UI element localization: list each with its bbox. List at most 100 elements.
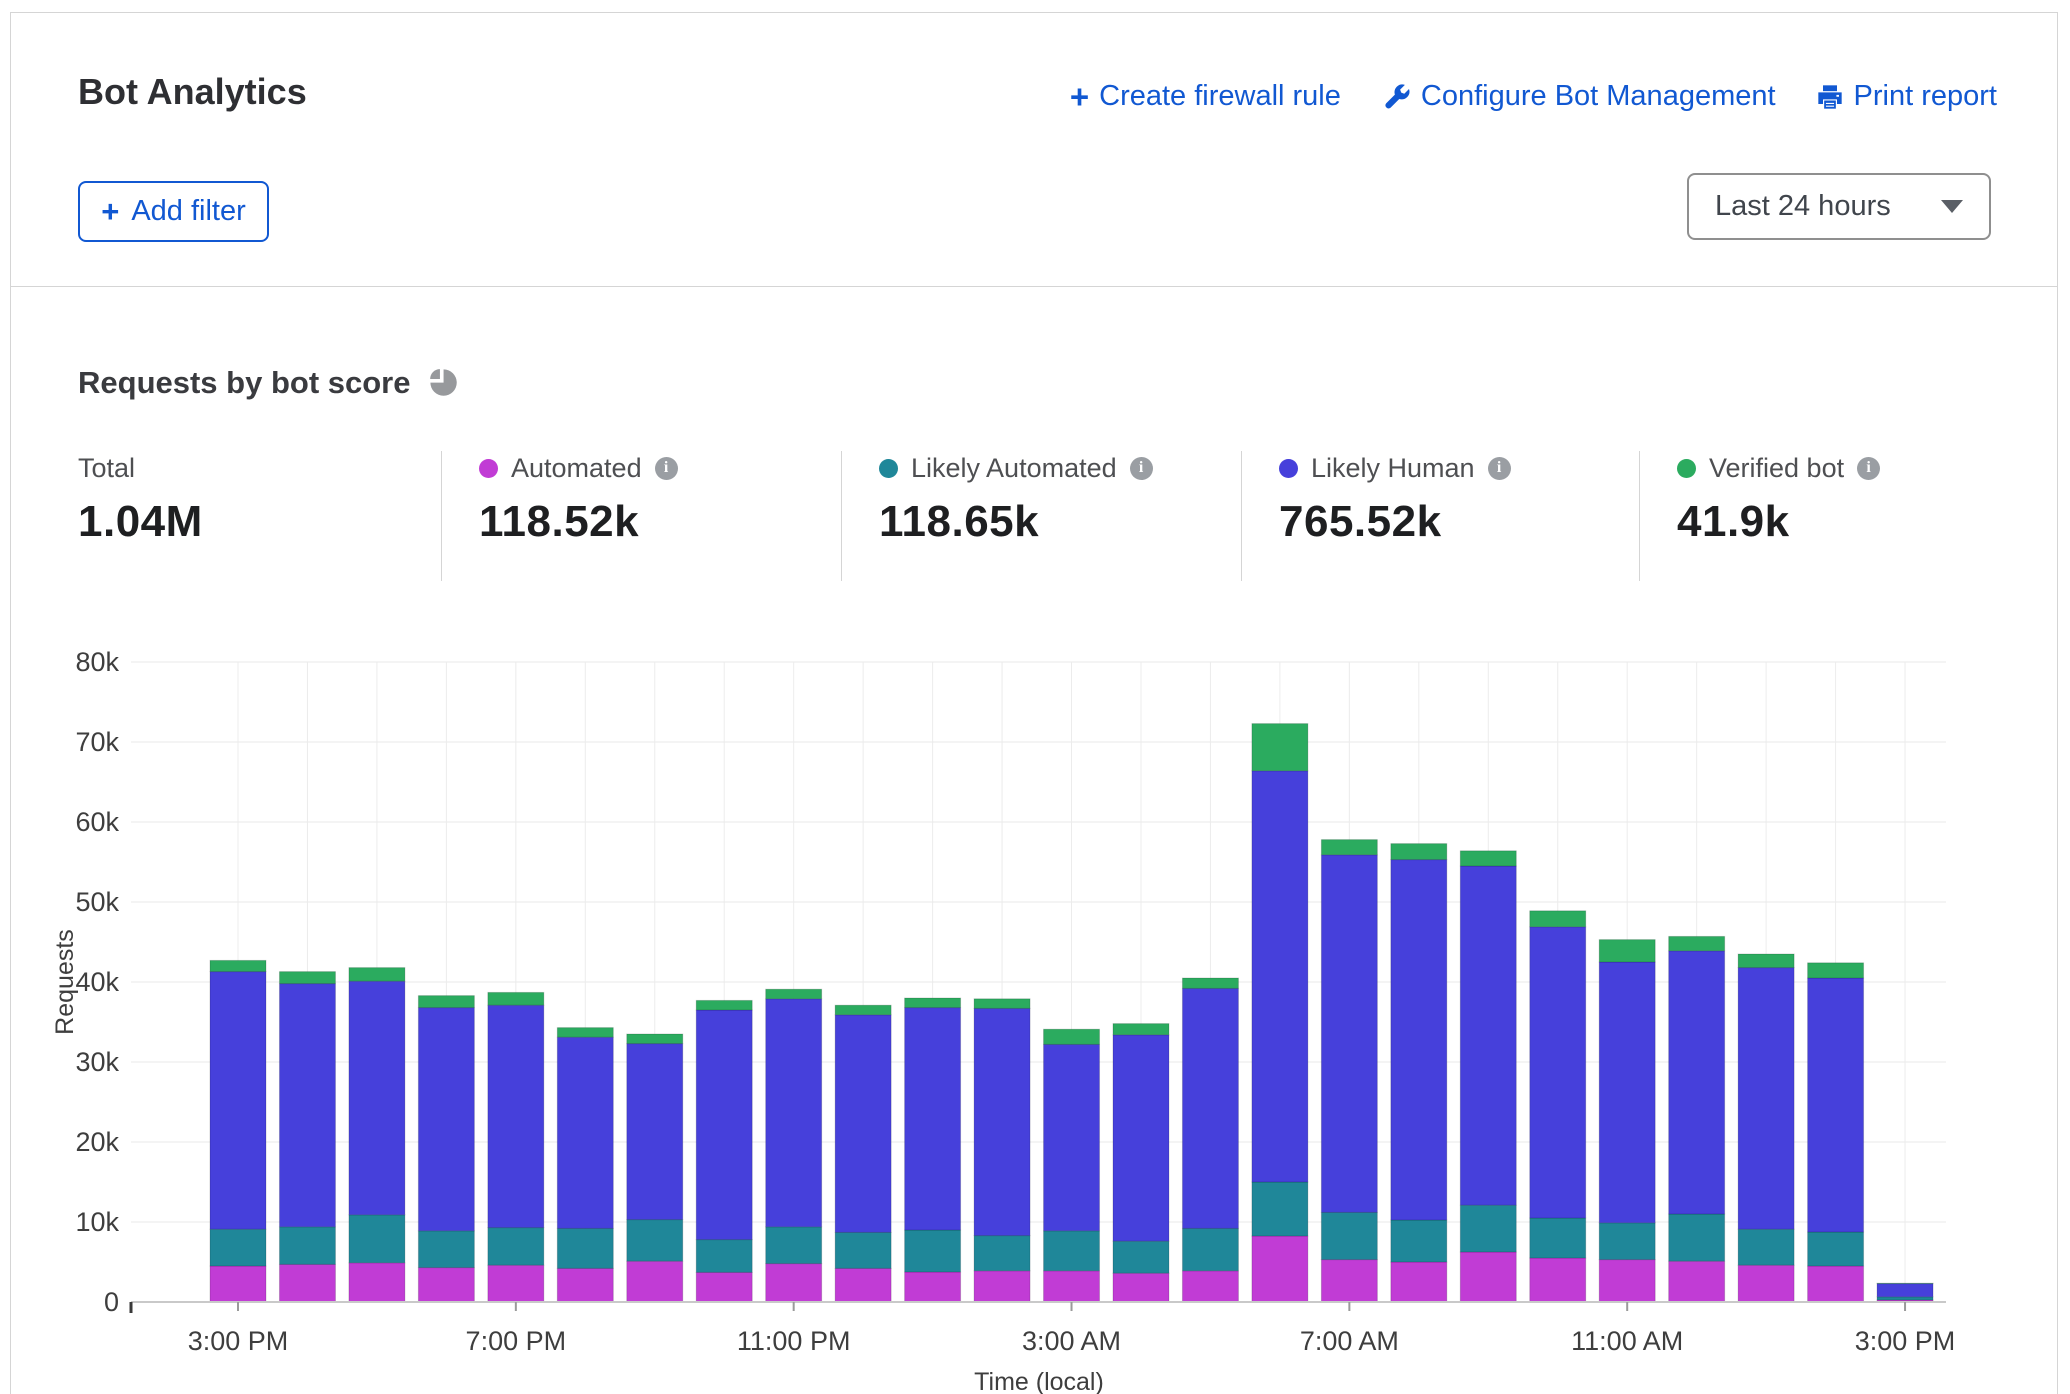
bar-segment[interactable] — [1530, 927, 1586, 1218]
bar-segment[interactable] — [1391, 844, 1447, 860]
bar-segment[interactable] — [488, 992, 544, 1005]
bar-segment[interactable] — [210, 972, 266, 1230]
bar-segment[interactable] — [627, 1034, 683, 1044]
bar-segment[interactable] — [418, 1231, 474, 1268]
bar-segment[interactable] — [1738, 954, 1794, 968]
bar-segment[interactable] — [1044, 1029, 1100, 1044]
bar-segment[interactable] — [766, 1264, 822, 1302]
bar-segment[interactable] — [1113, 1241, 1169, 1273]
bar-segment[interactable] — [1530, 1258, 1586, 1302]
bar-segment[interactable] — [696, 1240, 752, 1273]
bar-segment[interactable] — [279, 972, 335, 984]
bar-segment[interactable] — [974, 1271, 1030, 1302]
bar-segment[interactable] — [210, 960, 266, 971]
bar-segment[interactable] — [905, 998, 961, 1008]
bar-segment[interactable] — [1738, 968, 1794, 1230]
bar-segment[interactable] — [766, 989, 822, 999]
bar-segment[interactable] — [627, 1261, 683, 1302]
bar-segment[interactable] — [1669, 951, 1725, 1214]
bot-analytics-card: Bot Analytics + Create firewall rule Con… — [10, 12, 2058, 1394]
bar-segment[interactable] — [279, 984, 335, 1227]
bar-segment[interactable] — [766, 999, 822, 1227]
bar-segment[interactable] — [1808, 1266, 1864, 1302]
bar-segment[interactable] — [1252, 771, 1308, 1182]
bar-segment[interactable] — [279, 1227, 335, 1265]
bar-segment[interactable] — [835, 1268, 891, 1302]
bar-segment[interactable] — [696, 1272, 752, 1302]
bar-segment[interactable] — [1669, 936, 1725, 950]
bar-segment[interactable] — [1252, 724, 1308, 771]
bar-segment[interactable] — [1669, 1261, 1725, 1302]
bar-segment[interactable] — [1321, 855, 1377, 1213]
bar-segment[interactable] — [974, 999, 1030, 1009]
bar-segment[interactable] — [418, 1008, 474, 1231]
bar-segment[interactable] — [905, 1272, 961, 1302]
bar-segment[interactable] — [210, 1229, 266, 1266]
bar-segment[interactable] — [1182, 988, 1238, 1228]
bar-segment[interactable] — [1738, 1229, 1794, 1265]
bar-segment[interactable] — [835, 1232, 891, 1268]
bar-segment[interactable] — [1321, 1212, 1377, 1259]
bar-segment[interactable] — [349, 1263, 405, 1302]
bar-segment[interactable] — [905, 1230, 961, 1272]
bar-segment[interactable] — [488, 1265, 544, 1302]
bar-segment[interactable] — [1113, 1273, 1169, 1302]
bar-segment[interactable] — [279, 1264, 335, 1302]
bar-segment[interactable] — [418, 1268, 474, 1302]
bar-segment[interactable] — [835, 1005, 891, 1015]
requests-chart: 010k20k30k40k50k60k70k80k3:00 PM7:00 PM1… — [11, 13, 2059, 1394]
bar-segment[interactable] — [1669, 1214, 1725, 1261]
bar-segment[interactable] — [1599, 940, 1655, 962]
bar-segment[interactable] — [627, 1044, 683, 1220]
bar-segment[interactable] — [349, 1215, 405, 1263]
bar-segment[interactable] — [1113, 1024, 1169, 1035]
bar-segment[interactable] — [1391, 860, 1447, 1220]
bar-segment[interactable] — [557, 1037, 613, 1228]
bar-segment[interactable] — [974, 1008, 1030, 1235]
bar-segment[interactable] — [1460, 851, 1516, 866]
bar-segment[interactable] — [418, 996, 474, 1008]
bar-segment[interactable] — [210, 1266, 266, 1302]
bar-segment[interactable] — [1182, 1228, 1238, 1270]
bar-segment[interactable] — [1808, 1232, 1864, 1266]
bar-segment[interactable] — [349, 981, 405, 1215]
bar-segment[interactable] — [1530, 911, 1586, 927]
bar-segment[interactable] — [1599, 962, 1655, 1223]
bar-segment[interactable] — [1044, 1231, 1100, 1271]
bar-segment[interactable] — [1252, 1236, 1308, 1302]
bar-segment[interactable] — [1877, 1284, 1933, 1297]
bar-segment[interactable] — [1044, 1044, 1100, 1230]
bar-segment[interactable] — [1530, 1218, 1586, 1258]
bar-segment[interactable] — [1182, 1271, 1238, 1302]
bar-segment[interactable] — [627, 1220, 683, 1262]
bar-segment[interactable] — [557, 1268, 613, 1302]
bar-segment[interactable] — [1321, 840, 1377, 855]
bar-segment[interactable] — [1391, 1262, 1447, 1302]
bar-segment[interactable] — [1044, 1271, 1100, 1302]
bar-segment[interactable] — [488, 1228, 544, 1266]
bar-segment[interactable] — [557, 1228, 613, 1268]
bar-segment[interactable] — [974, 1236, 1030, 1271]
bar-segment[interactable] — [1599, 1260, 1655, 1302]
bar-segment[interactable] — [766, 1227, 822, 1264]
bar-segment[interactable] — [488, 1005, 544, 1227]
bar-segment[interactable] — [1460, 1252, 1516, 1302]
bar-segment[interactable] — [1113, 1035, 1169, 1241]
bar-segment[interactable] — [1391, 1220, 1447, 1262]
bar-segment[interactable] — [696, 1010, 752, 1240]
bar-segment[interactable] — [1321, 1260, 1377, 1302]
bar-segment[interactable] — [557, 1028, 613, 1038]
bar-segment[interactable] — [1599, 1223, 1655, 1260]
bar-segment[interactable] — [905, 1008, 961, 1230]
bar-segment[interactable] — [696, 1000, 752, 1010]
bar-segment[interactable] — [1808, 978, 1864, 1232]
bar-segment[interactable] — [1738, 1265, 1794, 1302]
bar-segment[interactable] — [1460, 1205, 1516, 1252]
y-tick-label: 50k — [75, 887, 119, 917]
bar-segment[interactable] — [1252, 1182, 1308, 1236]
bar-segment[interactable] — [1460, 866, 1516, 1205]
bar-segment[interactable] — [1182, 978, 1238, 988]
bar-segment[interactable] — [1808, 963, 1864, 978]
bar-segment[interactable] — [835, 1015, 891, 1233]
bar-segment[interactable] — [349, 968, 405, 982]
